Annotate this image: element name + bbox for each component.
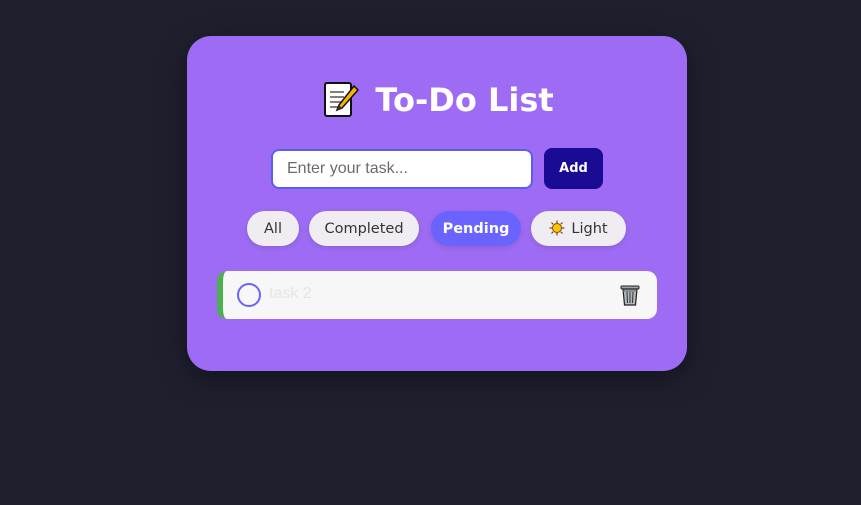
filter-pending-button[interactable]: Pending (431, 211, 521, 246)
sun-icon (549, 220, 565, 236)
filter-all-button[interactable]: All (247, 211, 299, 246)
page-title: To-Do List (375, 81, 554, 119)
todo-card: To-Do List Add All Completed Pending Lig… (187, 36, 687, 371)
filter-completed-button[interactable]: Completed (309, 211, 419, 246)
circle-icon[interactable] (237, 283, 261, 307)
theme-toggle-button[interactable]: Light (531, 211, 626, 246)
task-item: task 2 (217, 271, 657, 319)
title-row: To-Do List (187, 80, 687, 124)
theme-toggle-label: Light (571, 221, 608, 237)
add-button[interactable]: Add (544, 148, 603, 189)
memo-icon (320, 80, 360, 120)
trash-icon[interactable] (619, 283, 641, 307)
task-input[interactable] (271, 149, 533, 189)
task-text: task 2 (269, 285, 312, 302)
